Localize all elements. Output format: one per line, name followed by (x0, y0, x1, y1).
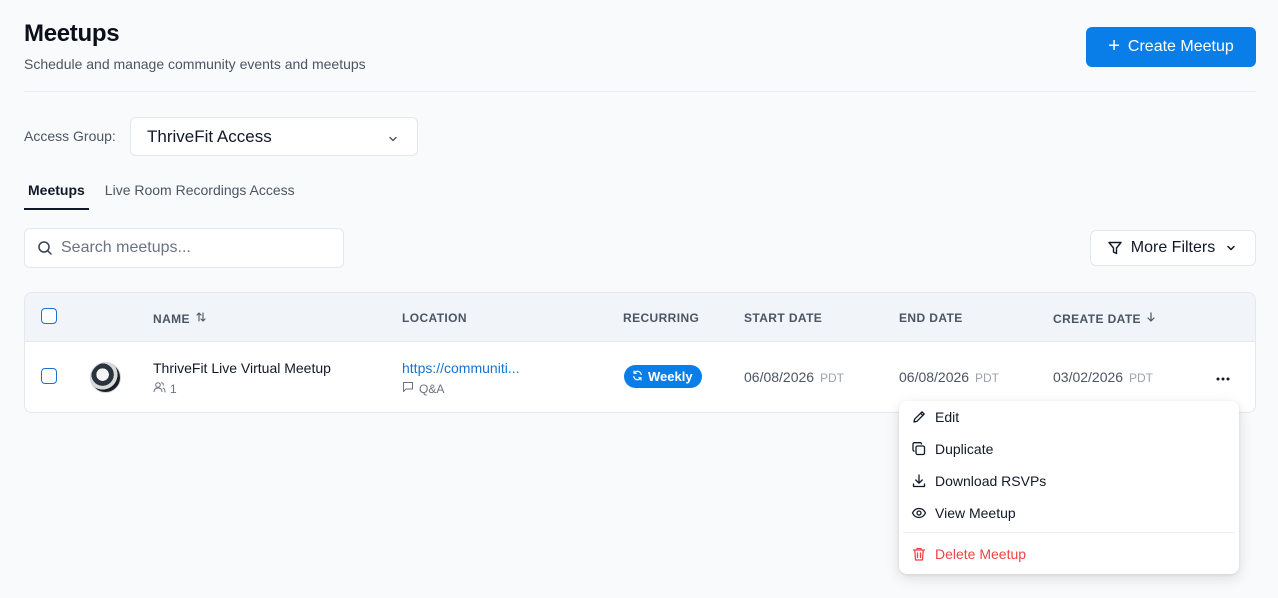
access-group-value: ThriveFit Access (147, 126, 272, 146)
create-meetup-button[interactable]: + Create Meetup (1086, 27, 1256, 67)
menu-item-duplicate[interactable]: Duplicate (899, 433, 1239, 465)
menu-item-edit-label: Edit (935, 409, 960, 425)
page-title: Meetups (24, 20, 120, 47)
column-header-location: LOCATION (402, 311, 467, 325)
menu-item-edit[interactable]: Edit (899, 401, 1239, 433)
search-icon (37, 240, 53, 256)
message-icon (402, 381, 414, 396)
recurring-badge: Weekly (624, 365, 702, 388)
location-link[interactable]: https://communiti... (402, 360, 519, 376)
end-date-timezone: PDT (974, 371, 999, 385)
menu-divider (903, 532, 1235, 533)
column-create-date-label: CREATE DATE (1053, 311, 1141, 326)
sort-icon (195, 311, 207, 326)
more-horizontal-icon (1216, 368, 1230, 386)
tab-live-room-recordings[interactable]: Live Room Recordings Access (101, 182, 299, 210)
start-date: 06/08/2026 PDT (744, 369, 844, 385)
attendee-count-value: 1 (170, 381, 177, 396)
page-subtitle: Schedule and manage community events and… (24, 56, 366, 72)
more-filters-label: More Filters (1130, 239, 1216, 256)
access-group-label: Access Group: (24, 128, 116, 144)
download-icon (911, 473, 927, 489)
column-name-label: NAME (153, 311, 190, 326)
start-date-value: 06/08/2026 (744, 369, 815, 385)
more-filters-button[interactable]: More Filters (1090, 230, 1256, 266)
create-date-timezone: PDT (1128, 371, 1153, 385)
trash-icon (911, 546, 927, 562)
menu-item-duplicate-label: Duplicate (935, 441, 994, 457)
search-input[interactable] (61, 239, 321, 257)
refresh-icon (632, 369, 643, 384)
menu-item-download-rsvps[interactable]: Download RSVPs (899, 465, 1239, 497)
column-header-create-date[interactable]: CREATE DATE (1053, 311, 1156, 326)
header-divider (24, 91, 1256, 92)
access-group-select[interactable]: ThriveFit Access (130, 117, 418, 156)
menu-item-view-meetup[interactable]: View Meetup (899, 497, 1239, 529)
meetup-name[interactable]: ThriveFit Live Virtual Meetup (153, 360, 331, 376)
column-header-start-date: START DATE (744, 311, 823, 325)
search-box (24, 228, 344, 268)
create-date: 03/02/2026 PDT (1053, 369, 1153, 385)
row-actions-button[interactable] (1210, 365, 1236, 389)
end-date: 06/08/2026 PDT (899, 369, 999, 385)
location-type: Q&A (402, 381, 444, 396)
create-meetup-label: Create Meetup (1127, 38, 1234, 55)
menu-item-delete-meetup[interactable]: Delete Meetup (899, 538, 1239, 570)
row-actions-menu: Edit Duplicate Download RSVPs View Meetu… (899, 401, 1239, 574)
column-header-name[interactable]: NAME (153, 311, 207, 326)
plus-icon: + (1108, 35, 1120, 57)
column-header-end-date: END DATE (899, 311, 963, 325)
chevron-down-icon (387, 130, 399, 150)
location-type-label: Q&A (419, 381, 445, 396)
attendee-count: 1 (153, 381, 177, 396)
table-header: NAME LOCATION RECURRING START DATE END D… (25, 293, 1255, 342)
row-checkbox[interactable] (41, 368, 57, 384)
menu-item-delete-meetup-label: Delete Meetup (935, 546, 1027, 562)
tab-meetups[interactable]: Meetups (24, 182, 89, 210)
tab-bar: Meetups Live Room Recordings Access (24, 182, 299, 210)
menu-item-view-meetup-label: View Meetup (935, 505, 1016, 521)
menu-item-download-rsvps-label: Download RSVPs (935, 473, 1047, 489)
filter-icon (1107, 240, 1123, 256)
eye-icon (911, 505, 927, 521)
recurring-label: Weekly (648, 369, 693, 384)
select-all-checkbox[interactable] (41, 308, 57, 324)
end-date-value: 06/08/2026 (899, 369, 970, 385)
users-icon (153, 381, 166, 396)
copy-icon (911, 441, 927, 457)
arrow-down-icon (1146, 311, 1156, 326)
meetups-table: NAME LOCATION RECURRING START DATE END D… (24, 292, 1256, 413)
pencil-icon (911, 409, 927, 425)
create-date-value: 03/02/2026 (1053, 369, 1124, 385)
chevron-down-icon (1223, 240, 1239, 256)
start-date-timezone: PDT (819, 371, 844, 385)
column-header-recurring: RECURRING (623, 311, 700, 325)
page-header: Meetups Schedule and manage community ev… (24, 20, 366, 72)
meetup-avatar (90, 362, 121, 393)
